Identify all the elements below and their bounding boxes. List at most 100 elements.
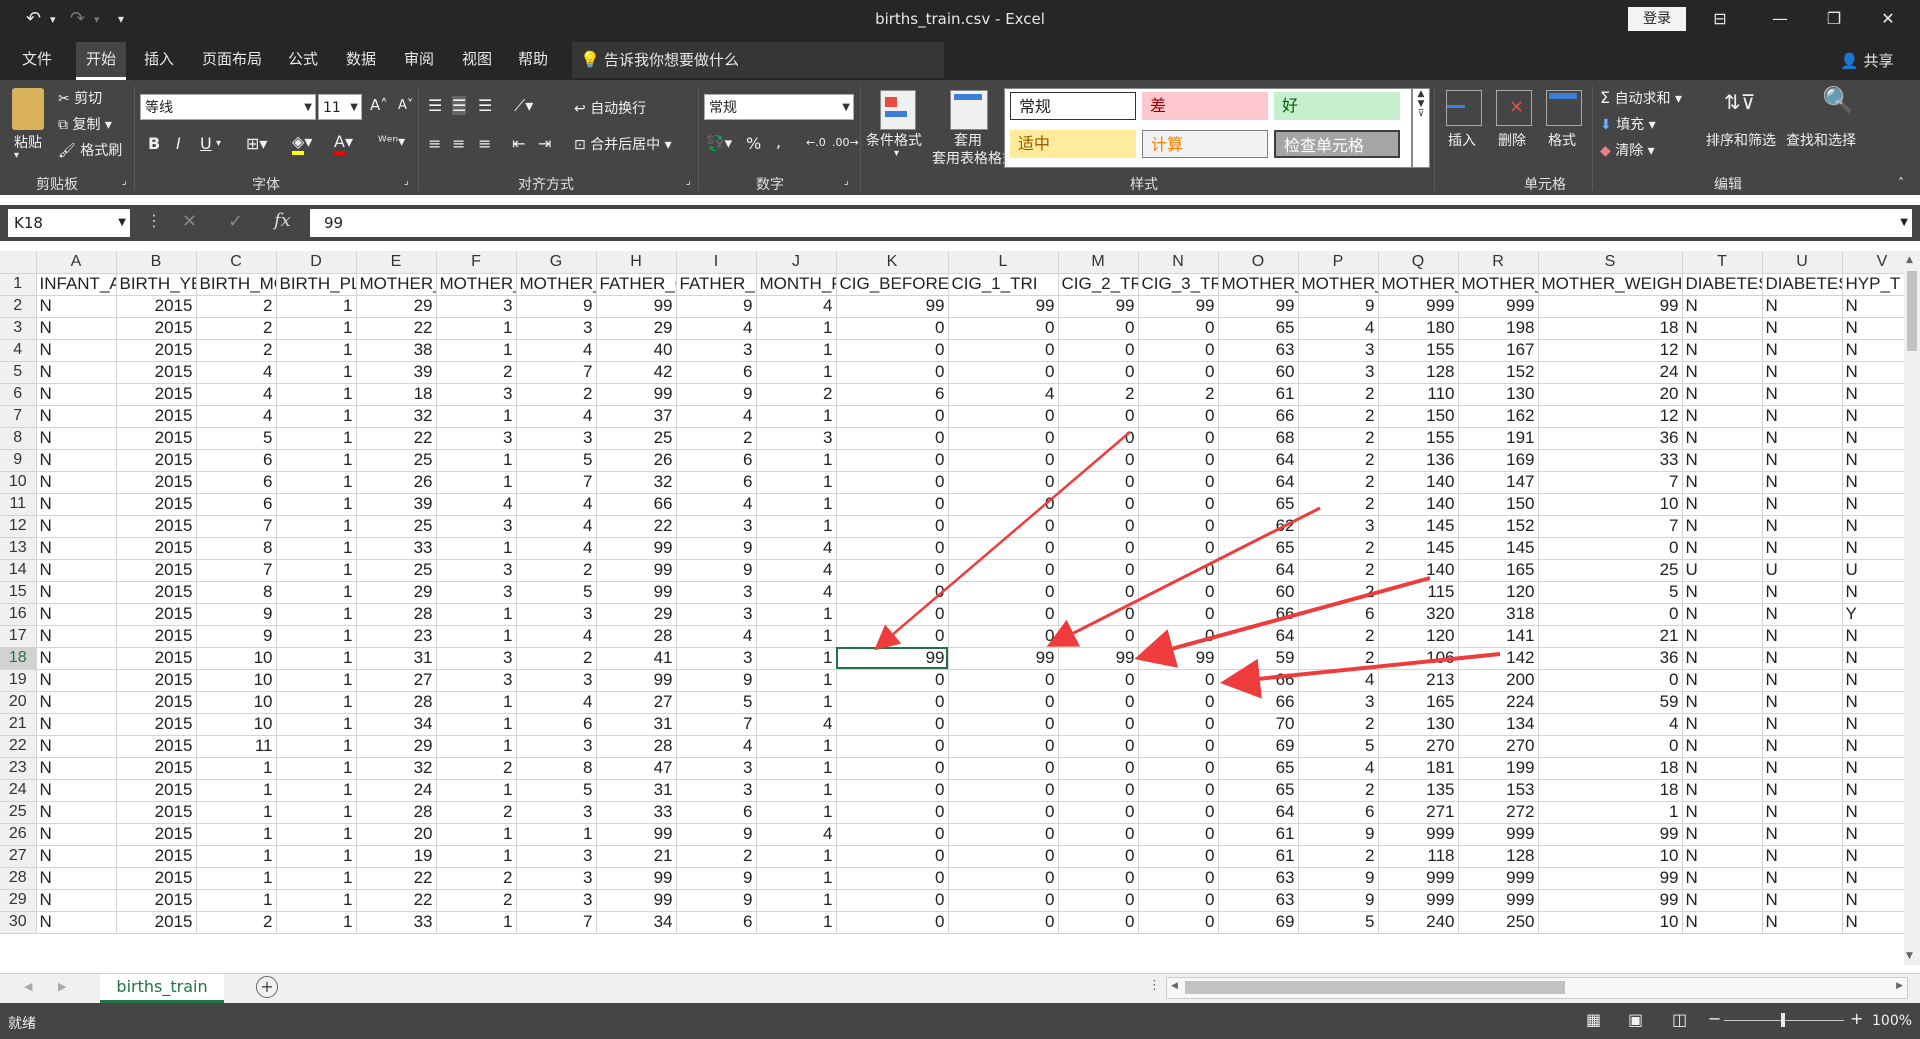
cell[interactable]: 0 (1058, 339, 1139, 362)
cell[interactable]: 199 (1458, 757, 1539, 780)
next-sheet-icon[interactable]: ▶ (58, 980, 66, 993)
cell[interactable]: N (1762, 537, 1843, 560)
cell[interactable]: 10 (196, 647, 277, 670)
cell[interactable]: 1 (276, 493, 357, 516)
copy-button[interactable]: ⧉ 复制 ▾ (58, 114, 112, 134)
cell[interactable]: 29 (356, 581, 437, 604)
cell[interactable]: 3 (436, 383, 517, 406)
cell[interactable]: 0 (1058, 889, 1139, 912)
cell[interactable]: 0 (836, 823, 949, 846)
cell[interactable]: 1 (756, 735, 837, 758)
cell[interactable]: 99 (836, 647, 949, 670)
cell[interactable]: N (1682, 449, 1763, 472)
cell[interactable]: 6 (1298, 603, 1379, 626)
cell[interactable]: 1 (276, 647, 357, 670)
cell[interactable]: 2015 (116, 713, 197, 736)
cell[interactable]: 0 (1138, 559, 1219, 582)
row-header[interactable]: 3 (0, 317, 37, 340)
cell[interactable]: 0 (948, 471, 1059, 494)
cell[interactable]: 0 (1138, 801, 1219, 824)
cell[interactable]: N (1842, 823, 1904, 846)
format-cells-button[interactable]: 格式 (1548, 130, 1576, 150)
table-format-icon[interactable] (950, 90, 988, 130)
cell[interactable]: 3 (516, 845, 597, 868)
close-icon[interactable]: ✕ (1868, 6, 1908, 32)
cell[interactable]: 9 (676, 867, 757, 890)
cell[interactable]: 0 (948, 625, 1059, 648)
cell[interactable]: 3 (436, 295, 517, 318)
cell[interactable]: 1 (276, 691, 357, 714)
cell[interactable]: 1 (276, 735, 357, 758)
column-header-h[interactable]: H (596, 251, 677, 274)
cell[interactable]: 0 (1138, 427, 1219, 450)
cell[interactable]: 0 (948, 559, 1059, 582)
cell[interactable]: 4 (1538, 713, 1683, 736)
cell[interactable]: 7 (516, 911, 597, 934)
cell[interactable]: 10 (1538, 845, 1683, 868)
cell[interactable]: 1 (196, 823, 277, 846)
cell[interactable]: N (36, 801, 117, 824)
cell[interactable]: N (36, 427, 117, 450)
cell[interactable]: N (1842, 647, 1904, 670)
cell[interactable]: N (36, 471, 117, 494)
cell[interactable]: 8 (516, 757, 597, 780)
cell[interactable]: 128 (1378, 361, 1459, 384)
insert-cells-icon[interactable] (1446, 90, 1482, 126)
column-header-v[interactable]: V (1842, 251, 1904, 274)
cell[interactable]: MOTHER_ (356, 273, 437, 296)
cell[interactable]: 99 (596, 537, 677, 560)
cell[interactable]: N (36, 449, 117, 472)
cell[interactable]: 26 (596, 449, 677, 472)
cell[interactable]: N (1842, 383, 1904, 406)
cell[interactable]: 1 (196, 889, 277, 912)
decrease-indent-icon[interactable]: ⇤ (512, 134, 525, 153)
cell[interactable]: N (1842, 471, 1904, 494)
cell[interactable]: 1 (276, 669, 357, 692)
cell[interactable]: 1 (276, 845, 357, 868)
cell[interactable]: 0 (1058, 427, 1139, 450)
fill-color-icon[interactable]: ◈▾ (292, 132, 312, 155)
cell[interactable]: 0 (1138, 713, 1219, 736)
cell[interactable]: 0 (948, 735, 1059, 758)
cell[interactable]: 99 (596, 889, 677, 912)
cell[interactable]: 152 (1458, 515, 1539, 538)
cell[interactable]: 7 (516, 361, 597, 384)
cell[interactable]: 0 (1138, 361, 1219, 384)
cell[interactable]: 2015 (116, 449, 197, 472)
cell[interactable]: 4 (516, 625, 597, 648)
cell[interactable]: N (1682, 801, 1763, 824)
cell[interactable]: 29 (596, 317, 677, 340)
cell[interactable]: 9 (196, 625, 277, 648)
cell[interactable]: 39 (356, 361, 437, 384)
cell[interactable]: N (1762, 295, 1843, 318)
cell[interactable]: 0 (1058, 911, 1139, 934)
cell[interactable]: 4 (1298, 669, 1379, 692)
cell[interactable]: 120 (1458, 581, 1539, 604)
cell[interactable]: 0 (1138, 867, 1219, 890)
cell[interactable]: 152 (1458, 361, 1539, 384)
cell[interactable]: 3 (676, 603, 757, 626)
cell[interactable]: N (36, 493, 117, 516)
cell[interactable]: 32 (356, 405, 437, 428)
cell[interactable]: 0 (836, 691, 949, 714)
cell[interactable]: 8 (196, 581, 277, 604)
cell[interactable]: 24 (356, 779, 437, 802)
insert-function-button[interactable]: fx (274, 210, 291, 231)
cell[interactable]: 1 (276, 757, 357, 780)
cell[interactable]: 0 (1138, 691, 1219, 714)
cell[interactable]: 2 (196, 295, 277, 318)
cell[interactable]: 1 (756, 339, 837, 362)
increase-font-icon[interactable]: A˄ (370, 96, 388, 114)
column-header-e[interactable]: E (356, 251, 437, 274)
cell[interactable]: 0 (1058, 669, 1139, 692)
cell[interactable]: N (1842, 493, 1904, 516)
cell[interactable]: 2015 (116, 867, 197, 890)
cell[interactable]: 135 (1378, 779, 1459, 802)
cell[interactable]: N (1842, 295, 1904, 318)
cell[interactable]: 0 (836, 801, 949, 824)
cell[interactable]: 18 (1538, 317, 1683, 340)
cell[interactable]: 1 (276, 339, 357, 362)
cell[interactable]: MOTHER_ (1458, 273, 1539, 296)
cell[interactable]: 66 (1218, 691, 1299, 714)
column-header-r[interactable]: R (1458, 251, 1539, 274)
